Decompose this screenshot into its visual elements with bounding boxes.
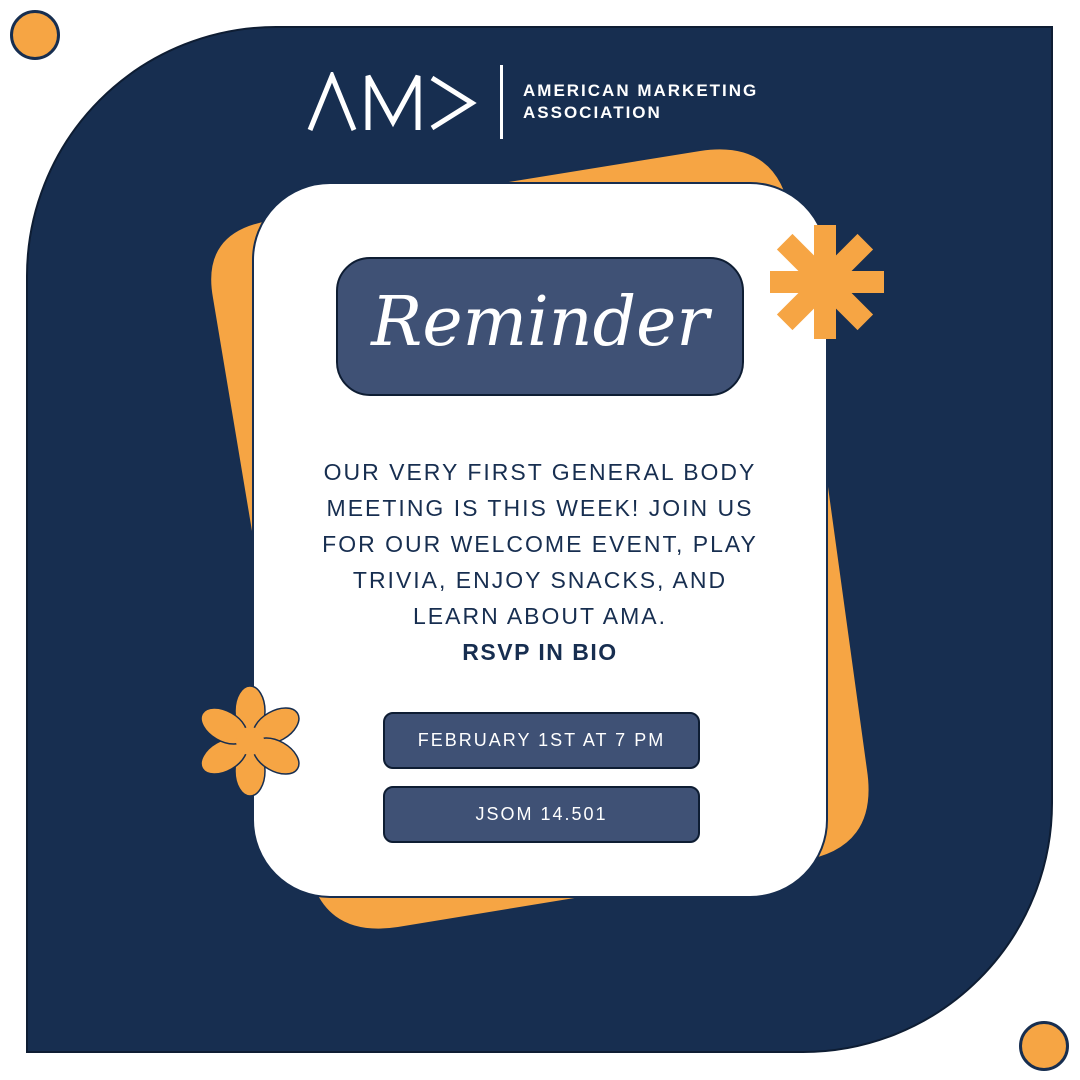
event-location-pill: JSOM 14.501 xyxy=(383,786,700,843)
headline-banner: Reminder xyxy=(336,257,744,396)
description-line: LEARN ABOUT AMA. xyxy=(413,603,667,629)
event-description: OUR VERY FIRST GENERAL BODY MEETING IS T… xyxy=(290,454,790,670)
asterisk-icon xyxy=(770,225,884,339)
reminder-post: AMERICAN MARKETING ASSOCIATION Reminder … xyxy=(0,0,1080,1080)
flower-icon xyxy=(200,685,300,797)
description-line: TRIVIA, ENJOY SNACKS, AND xyxy=(352,567,728,593)
event-datetime-pill: FEBRUARY 1ST AT 7 PM xyxy=(383,712,700,769)
description-line: FOR OUR WELCOME EVENT, PLAY xyxy=(322,531,758,557)
rsvp-callout: RSVP IN BIO xyxy=(462,639,618,665)
description-line: OUR VERY FIRST GENERAL BODY xyxy=(323,459,757,485)
description-line: MEETING IS THIS WEEK! JOIN US xyxy=(326,495,754,521)
headline-text: Reminder xyxy=(371,282,709,362)
